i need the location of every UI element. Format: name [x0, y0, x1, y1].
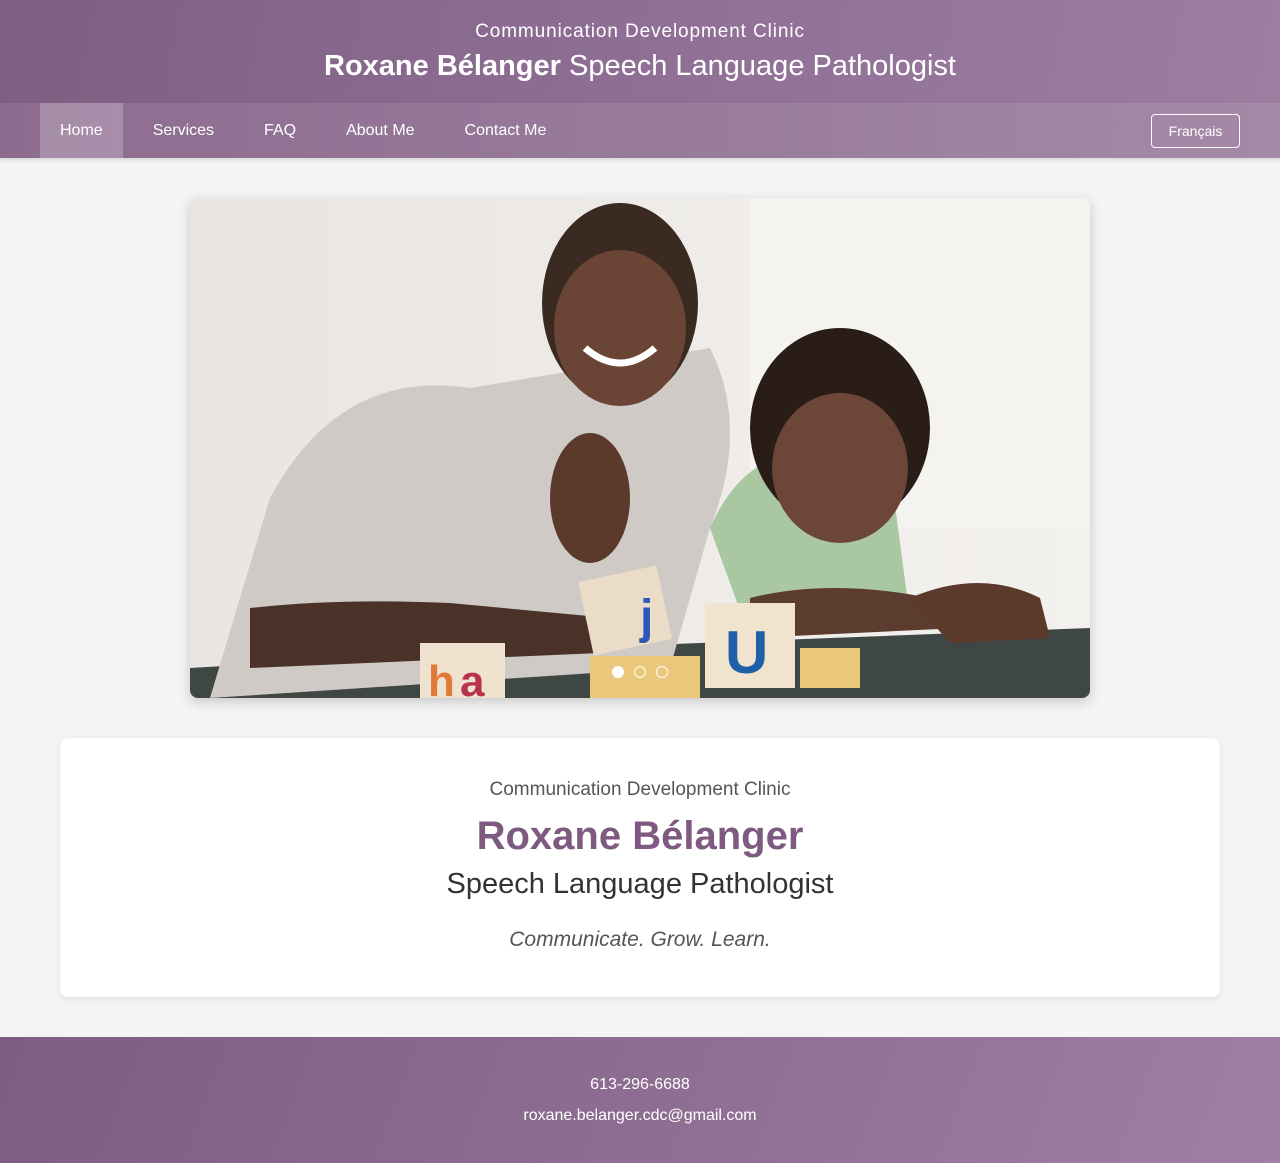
carousel-dot-2[interactable]	[634, 666, 646, 678]
intro-name: Roxane Bélanger	[476, 814, 804, 858]
header-name: Roxane Bélanger	[324, 50, 561, 82]
carousel-dot-3[interactable]	[656, 666, 668, 678]
footer-email[interactable]: roxane.belanger.cdc@gmail.com	[0, 1106, 1280, 1126]
nav-item-about-me[interactable]: About Me	[326, 103, 434, 158]
nav-item-services[interactable]: Services	[133, 103, 234, 158]
site-header: Communication Development Clinic Roxane …	[0, 0, 1280, 103]
language-toggle-button[interactable]: Français	[1151, 113, 1240, 148]
carousel-dot-1[interactable]	[612, 666, 624, 678]
intro-subtitle: Communication Development Clinic	[489, 779, 791, 800]
carousel-indicators	[190, 666, 1090, 678]
footer-phone[interactable]: 613-296-6688	[0, 1075, 1280, 1095]
hero-carousel[interactable]: j U h a	[190, 198, 1090, 698]
nav-item-faq[interactable]: FAQ	[244, 103, 316, 158]
header-title: Roxane Bélanger Speech Language Patholog…	[0, 48, 1280, 84]
hero-image: j U h a	[190, 198, 1090, 698]
intro-card: Communication Development Clinic Roxane …	[60, 738, 1220, 997]
header-role: Speech Language Pathologist	[569, 50, 956, 82]
nav-item-contact-me[interactable]: Contact Me	[445, 103, 567, 158]
intro-tagline: Communicate. Grow. Learn.	[509, 928, 771, 951]
main-navbar: Home Services FAQ About Me Contact Me Fr…	[0, 103, 1280, 158]
site-footer: 613-296-6688 roxane.belanger.cdc@gmail.c…	[0, 1037, 1280, 1163]
header-subtitle: Communication Development Clinic	[475, 21, 805, 42]
block-letter-j: j	[639, 591, 653, 644]
intro-role: Speech Language Pathologist	[446, 868, 834, 900]
hero-section: j U h a	[0, 158, 1280, 698]
nav-item-home[interactable]: Home	[40, 103, 123, 158]
